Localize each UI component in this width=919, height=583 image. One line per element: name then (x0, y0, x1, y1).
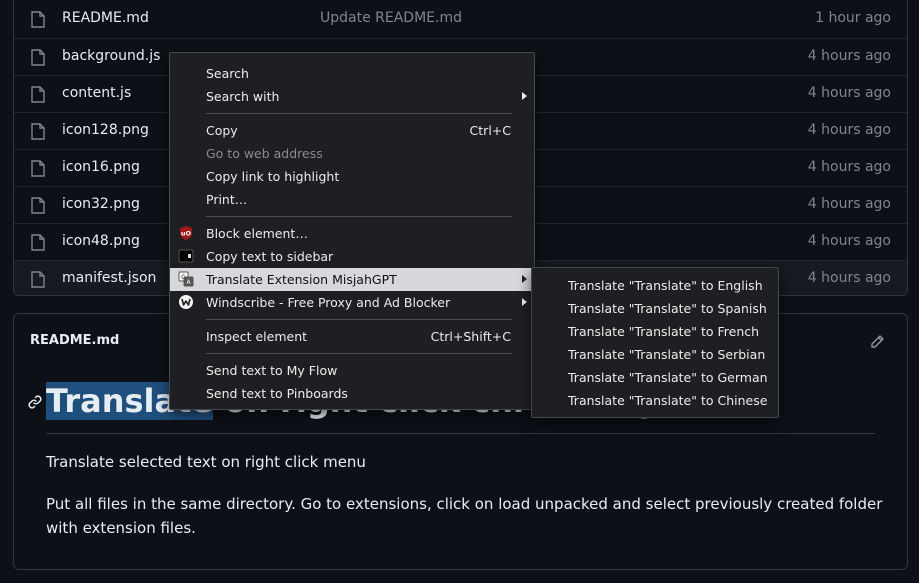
file-name[interactable]: manifest.json (62, 270, 156, 286)
menu-item-label: Translate Extension MisjahGPT (206, 272, 397, 287)
file-row-readme[interactable]: README.md Update README.md 1 hour ago (14, 1, 907, 38)
commit-time: 4 hours ago (807, 233, 891, 249)
menu-item-send-to-my-flow[interactable]: Send text to My Flow (170, 359, 534, 382)
menu-item-label: Go to web address (206, 146, 323, 161)
chevron-right-icon (522, 298, 527, 306)
file-icon (31, 123, 45, 140)
file-icon (31, 271, 45, 288)
commit-time: 4 hours ago (807, 85, 891, 101)
submenu-item-french[interactable]: Translate "Translate" to French (568, 324, 759, 339)
commit-time: 4 hours ago (807, 122, 891, 138)
menu-separator (206, 319, 512, 320)
menu-item-label: Copy text to sidebar (206, 249, 334, 264)
shortcut-label: Ctrl+C (469, 123, 511, 138)
submenu-item-spanish[interactable]: Translate "Translate" to Spanish (568, 301, 767, 316)
file-icon (31, 49, 45, 66)
menu-item-search-with[interactable]: Search with (170, 85, 534, 108)
file-icon (31, 234, 45, 251)
menu-item-search[interactable]: Search (170, 62, 534, 85)
menu-item-label: Block element… (206, 226, 308, 241)
translate-icon: G A (178, 271, 194, 287)
commit-time: 4 hours ago (807, 159, 891, 175)
file-icon (31, 86, 45, 103)
file-name[interactable]: background.js (62, 48, 160, 64)
ublock-icon: uO (180, 226, 192, 240)
menu-item-label: Windscribe - Free Proxy and Ad Blocker (206, 295, 451, 310)
menu-item-label: Print… (206, 192, 248, 207)
menu-item-label: Copy link to highlight (206, 169, 340, 184)
menu-item-inspect-element[interactable]: Inspect element Ctrl+Shift+C (170, 325, 534, 348)
readme-header: README.md (30, 333, 120, 348)
file-name[interactable]: README.md (62, 10, 149, 26)
shortcut-label: Ctrl+Shift+C (430, 329, 511, 344)
windscribe-icon (179, 295, 193, 309)
menu-item-go-to-web-address: Go to web address (170, 142, 534, 165)
menu-item-label: Send text to My Flow (206, 363, 338, 378)
submenu-item-chinese[interactable]: Translate "Translate" to Chinese (568, 393, 767, 408)
menu-item-label: Search with (206, 89, 280, 104)
link-icon[interactable] (27, 394, 43, 410)
menu-item-label: Send text to Pinboards (206, 386, 348, 401)
file-icon (31, 160, 45, 177)
commit-time: 1 hour ago (815, 10, 891, 26)
file-name[interactable]: icon16.png (62, 159, 140, 175)
menu-separator (206, 216, 512, 217)
menu-separator (206, 113, 512, 114)
translate-submenu: Translate "Translate" to English Transla… (531, 267, 779, 418)
svg-text:uO: uO (181, 230, 192, 238)
readme-paragraph: Put all files in the same directory. Go … (46, 495, 883, 537)
menu-item-label: Copy (206, 123, 238, 138)
submenu-item-serbian[interactable]: Translate "Translate" to Serbian (568, 347, 765, 362)
chevron-right-icon (522, 275, 527, 283)
menu-item-label: Search (206, 66, 249, 81)
file-icon (31, 197, 45, 214)
menu-separator (206, 353, 512, 354)
sidebar-icon (178, 249, 194, 263)
commit-time: 4 hours ago (807, 196, 891, 212)
commit-time: 4 hours ago (807, 270, 891, 286)
menu-item-block-element[interactable]: uO Block element… (170, 222, 534, 245)
file-name[interactable]: icon48.png (62, 233, 140, 249)
chevron-right-icon (522, 92, 527, 100)
readme-paragraph: Translate selected text on right click m… (46, 453, 366, 471)
submenu-item-german[interactable]: Translate "Translate" to German (568, 370, 768, 385)
pencil-icon[interactable] (869, 334, 885, 350)
file-name[interactable]: icon128.png (62, 122, 149, 138)
menu-item-copy[interactable]: Copy Ctrl+C (170, 119, 534, 142)
submenu-item-english[interactable]: Translate "Translate" to English (568, 278, 763, 293)
context-menu: Search Search with Copy Ctrl+C Go to web… (169, 52, 535, 410)
menu-item-windscribe[interactable]: Windscribe - Free Proxy and Ad Blocker (170, 291, 534, 314)
file-name[interactable]: icon32.png (62, 196, 140, 212)
commit-message[interactable]: Update README.md (320, 10, 462, 26)
file-icon (31, 11, 45, 28)
file-name[interactable]: content.js (62, 85, 131, 101)
commit-time: 4 hours ago (807, 48, 891, 64)
menu-item-send-to-pinboards[interactable]: Send text to Pinboards (170, 382, 534, 405)
menu-item-copy-link-to-highlight[interactable]: Copy link to highlight (170, 165, 534, 188)
divider (46, 433, 875, 434)
menu-item-translate-extension[interactable]: G A Translate Extension MisjahGPT (170, 268, 534, 291)
menu-item-print[interactable]: Print… (170, 188, 534, 211)
menu-item-label: Inspect element (206, 329, 308, 344)
menu-item-copy-text-to-sidebar[interactable]: Copy text to sidebar (170, 245, 534, 268)
